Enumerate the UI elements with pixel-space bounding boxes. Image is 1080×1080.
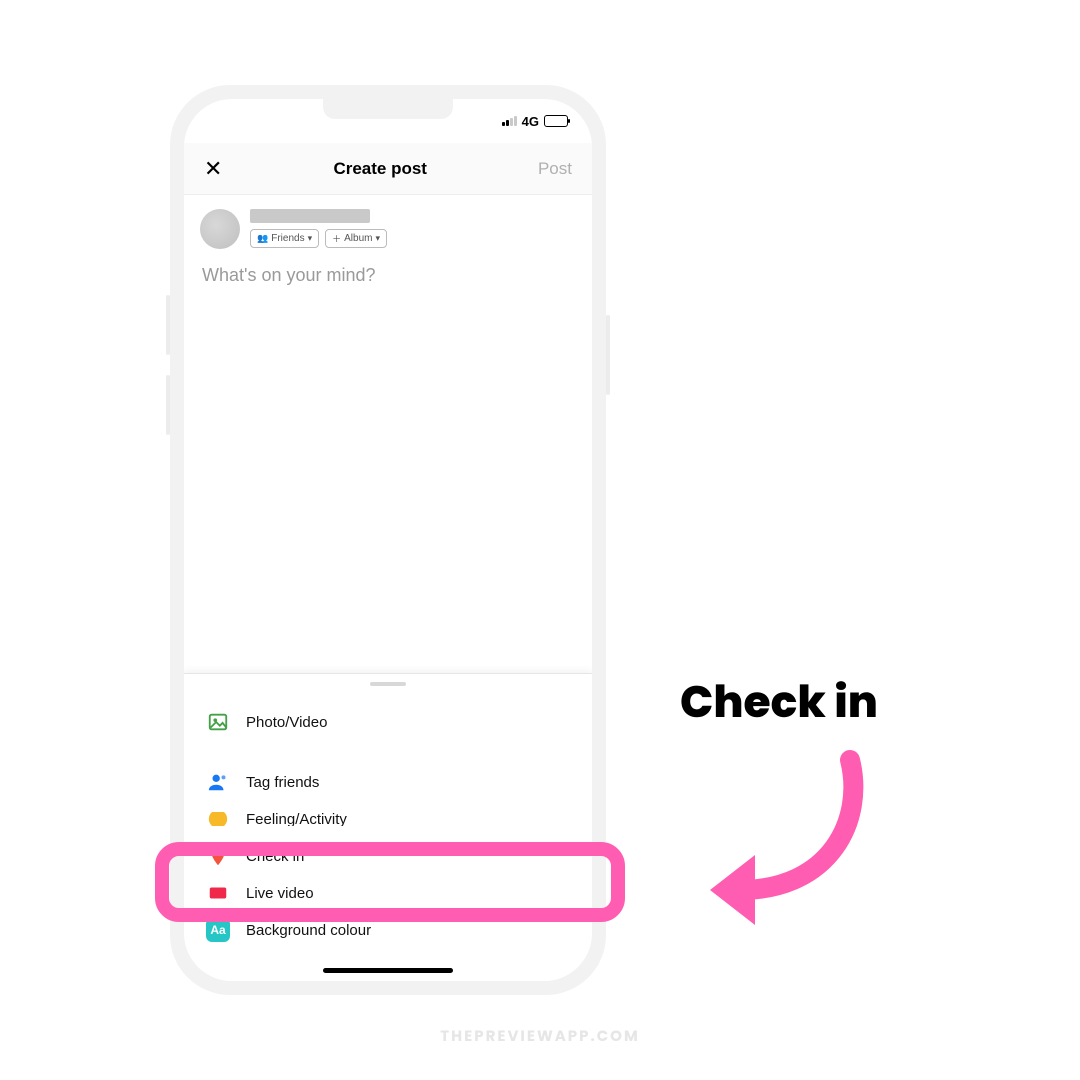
photo-icon <box>206 710 230 734</box>
option-label: Live video <box>246 886 314 900</box>
callout-arrow-icon <box>680 740 900 940</box>
sheet-handle[interactable] <box>370 682 406 686</box>
option-label: Tag friends <box>246 774 319 791</box>
option-live-video[interactable]: Live video <box>184 886 592 900</box>
close-icon[interactable]: ✕ <box>204 156 222 182</box>
option-tag-friends[interactable]: Tag friends <box>184 752 592 812</box>
checkin-icon <box>206 844 230 868</box>
tag-friends-icon <box>206 770 230 794</box>
feeling-icon <box>206 812 230 826</box>
chevron-down-icon: ▾ <box>375 233 380 244</box>
option-label: Check in <box>246 848 304 865</box>
composer-textarea[interactable]: What's on your mind? <box>184 255 592 296</box>
option-background-colour[interactable]: Aa Background colour <box>184 900 592 960</box>
option-label: Feeling/Activity <box>246 812 347 826</box>
option-photo-video[interactable]: Photo/Video <box>184 692 592 752</box>
avatar[interactable] <box>200 209 240 249</box>
header-title: Create post <box>333 159 427 179</box>
album-label: Album <box>344 233 372 244</box>
option-check-in[interactable]: Check in <box>184 826 592 886</box>
home-indicator <box>323 968 453 973</box>
phone-frame: 4G ✕ Create post Post 👥 Friends ▾ <box>170 85 606 995</box>
watermark: THEPREVIEWAPP.COM <box>0 1025 1080 1048</box>
audience-selector[interactable]: 👥 Friends ▾ <box>250 229 319 248</box>
phone-screen: 4G ✕ Create post Post 👥 Friends ▾ <box>184 99 592 981</box>
bgcolor-icon: Aa <box>206 918 230 942</box>
post-options-sheet: Photo/Video Tag friends <box>184 673 592 981</box>
signal-icon <box>502 116 517 126</box>
status-bar: 4G <box>184 99 592 143</box>
audience-label: Friends <box>271 233 304 244</box>
chevron-down-icon: ▾ <box>308 233 313 244</box>
friends-icon: 👥 <box>257 233 268 244</box>
battery-icon <box>544 115 568 127</box>
option-label: Background colour <box>246 922 371 939</box>
callout-title: Check in <box>680 670 878 735</box>
user-row: 👥 Friends ▾ ＋ Album ▾ <box>184 195 592 255</box>
album-selector[interactable]: ＋ Album ▾ <box>325 229 387 248</box>
volume-up-button <box>166 295 170 355</box>
post-button[interactable]: Post <box>538 159 572 179</box>
plus-icon: ＋ <box>332 232 341 245</box>
power-button <box>606 315 610 395</box>
create-post-header: ✕ Create post Post <box>184 143 592 195</box>
user-name-redacted <box>250 209 370 223</box>
option-feeling-activity[interactable]: Feeling/Activity <box>184 812 592 826</box>
volume-down-button <box>166 375 170 435</box>
option-label: Photo/Video <box>246 714 327 731</box>
network-label: 4G <box>522 114 539 129</box>
live-icon <box>206 886 230 900</box>
